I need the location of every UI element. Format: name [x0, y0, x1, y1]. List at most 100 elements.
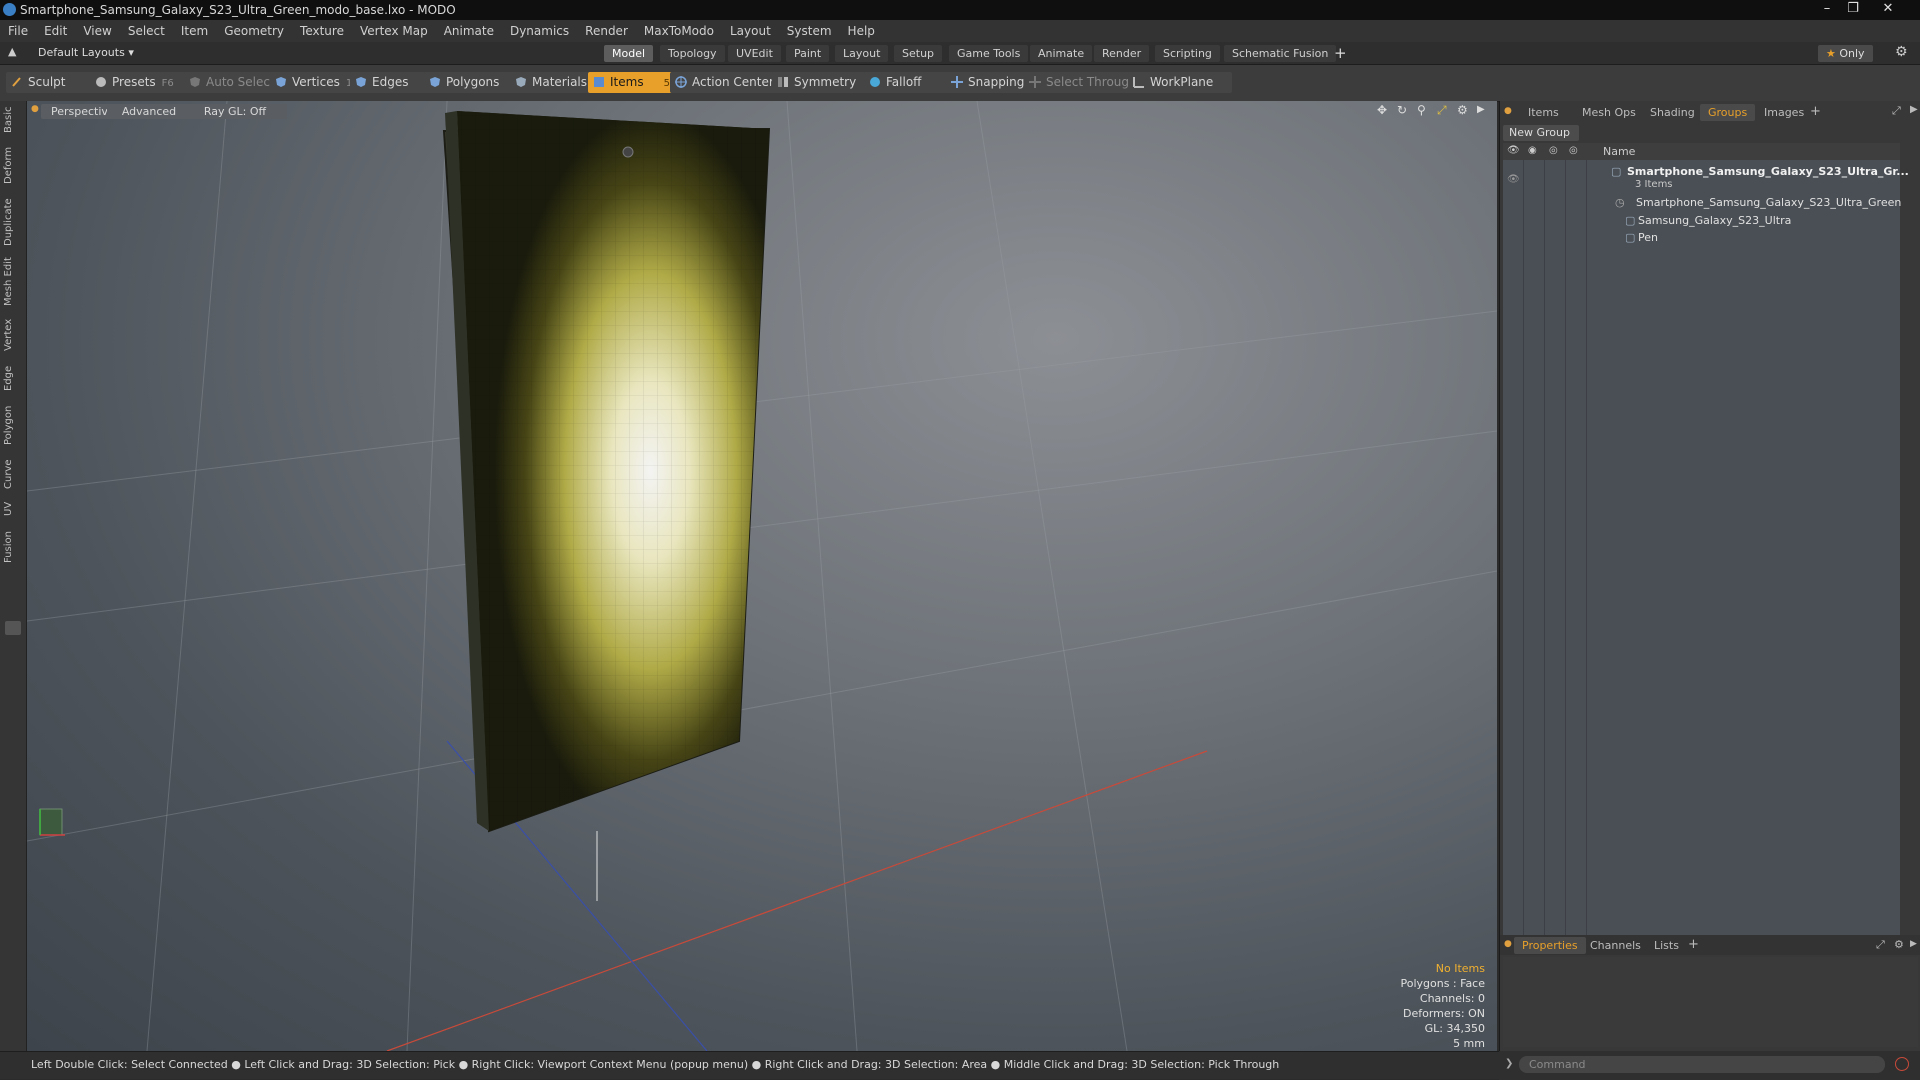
command-input[interactable]: Command	[1519, 1056, 1885, 1073]
menu-edit[interactable]: Edit	[36, 20, 75, 42]
properties-menu-icon[interactable]: ●	[1504, 939, 1512, 949]
command-record-icon[interactable]	[1895, 1057, 1909, 1071]
menu-file[interactable]: File	[0, 20, 36, 42]
panel-expand-icon[interactable]: ⤢	[1892, 104, 1901, 118]
move-view-icon[interactable]: ✥	[1377, 103, 1387, 117]
menu-help[interactable]: Help	[840, 20, 883, 42]
menu-maxtomodo[interactable]: MaxToModo	[636, 20, 722, 42]
tab-lists[interactable]: Lists	[1646, 937, 1687, 954]
menu-geometry[interactable]: Geometry	[216, 20, 292, 42]
tab-schematic-fusion[interactable]: Schematic Fusion	[1224, 45, 1337, 62]
workplane-button[interactable]: WorkPlane	[1128, 72, 1232, 93]
symmetry-button[interactable]: Symmetry	[772, 72, 876, 93]
menu-system[interactable]: System	[779, 20, 840, 42]
vtab-basic[interactable]: Basic	[3, 105, 23, 135]
menu-layout[interactable]: Layout	[722, 20, 779, 42]
menu-view[interactable]: View	[75, 20, 119, 42]
vtab-curve[interactable]: Curve	[3, 457, 23, 491]
add-properties-tab-icon[interactable]: +	[1688, 937, 1699, 952]
panel-toggle-icon[interactable]	[5, 621, 21, 635]
shield-icon	[190, 77, 200, 87]
properties-arrow-icon[interactable]: ▶	[1910, 939, 1917, 949]
close-icon[interactable]: ✕	[1868, 1, 1908, 17]
tab-scripting[interactable]: Scripting	[1155, 45, 1220, 62]
vtab-deform[interactable]: Deform	[3, 145, 23, 185]
panel-menu-icon[interactable]: ●	[1504, 106, 1512, 116]
tab-images[interactable]: Images	[1756, 104, 1812, 121]
menu-vertex-map[interactable]: Vertex Map	[352, 20, 436, 42]
viewport-settings-icon[interactable]: ⚙	[1457, 103, 1468, 117]
minimize-icon[interactable]: –	[1816, 1, 1838, 17]
action-center-button[interactable]: Action Center	[670, 72, 784, 93]
group-visibility-icon[interactable]: 👁	[1507, 171, 1520, 188]
tab-groups[interactable]: Groups	[1700, 104, 1756, 121]
tab-game-tools[interactable]: Game Tools	[949, 45, 1029, 62]
select-toggle-icon[interactable]: ◎	[1569, 145, 1578, 156]
fit-view-icon[interactable]: ⤢	[1437, 103, 1447, 118]
restore-icon[interactable]: ❐	[1842, 1, 1864, 17]
menu-animate[interactable]: Animate	[436, 20, 502, 42]
symmetry-icon	[778, 77, 788, 87]
menu-texture[interactable]: Texture	[292, 20, 352, 42]
tab-topology[interactable]: Topology	[660, 45, 725, 62]
menu-render[interactable]: Render	[577, 20, 636, 42]
presets-button[interactable]: Presets F6	[90, 72, 198, 93]
command-bar: ❯ Command	[1499, 1051, 1920, 1080]
list-item[interactable]: ◷ Smartphone_Samsung_Galaxy_S23_Ultra_Gr…	[1503, 194, 1901, 211]
add-tab-icon[interactable]: +	[1334, 44, 1347, 62]
menu-select[interactable]: Select	[120, 20, 173, 42]
menu-item[interactable]: Item	[173, 20, 216, 42]
lock-toggle-icon[interactable]: ◎	[1549, 145, 1558, 156]
list-item[interactable]: ▢ Samsung_Galaxy_S23_Ultra	[1503, 212, 1900, 229]
falloff-button[interactable]: Falloff	[864, 72, 952, 93]
vtab-polygon[interactable]: Polygon	[3, 403, 23, 447]
only-toggle[interactable]: ★ Only	[1818, 45, 1873, 62]
add-panel-tab-icon[interactable]: +	[1810, 104, 1821, 119]
right-panel: ● Items Mesh Ops Shading Groups Images +…	[1499, 101, 1920, 1051]
new-group-button[interactable]: New Group	[1503, 125, 1579, 141]
polygons-button[interactable]: Polygons	[424, 72, 520, 93]
gear-icon[interactable]: ⚙	[1895, 44, 1908, 60]
tab-paint[interactable]: Paint	[786, 45, 830, 62]
viewport-expand-icon[interactable]: ▶	[1477, 104, 1485, 115]
3d-viewport[interactable]: ● Perspective Advanced Ray GL: Off ✥ ↻ ⚲…	[27, 101, 1497, 1051]
name-column-header: Name	[1603, 145, 1636, 158]
menu-dynamics[interactable]: Dynamics	[502, 20, 577, 42]
rotate-view-icon[interactable]: ↻	[1397, 103, 1407, 117]
raygl-button[interactable]: Ray GL: Off	[183, 104, 287, 119]
vtab-vertex[interactable]: Vertex	[3, 317, 23, 353]
visibility-eye-icon[interactable]: 👁	[1507, 145, 1520, 156]
layout-up-icon[interactable]: ▲	[8, 45, 16, 58]
status-bar: Left Double Click: Select Connected ● Le…	[0, 1051, 1499, 1079]
viewport-menu-icon[interactable]: ●	[31, 104, 39, 114]
zoom-view-icon[interactable]: ⚲	[1417, 103, 1426, 117]
items-button[interactable]: Items 5	[588, 72, 672, 93]
shading-mode-button[interactable]: Advanced	[107, 104, 191, 119]
group-row[interactable]: 👁 ▢ Smartphone_Samsung_Galaxy_S23_Ultra_…	[1503, 163, 1909, 190]
tab-mesh-ops[interactable]: Mesh Ops	[1574, 104, 1644, 121]
vtab-uv[interactable]: UV	[3, 499, 23, 519]
layout-selector[interactable]: Default Layouts ▾	[38, 46, 134, 59]
tab-shading[interactable]: Shading	[1642, 104, 1703, 121]
tab-layout[interactable]: Layout	[835, 45, 889, 62]
tab-uvedit[interactable]: UVEdit	[728, 45, 781, 62]
vtab-duplicate[interactable]: Duplicate	[3, 197, 23, 247]
list-item[interactable]: ▢ Pen	[1503, 229, 1900, 246]
tab-channels[interactable]: Channels	[1582, 937, 1649, 954]
vtab-fusion[interactable]: Fusion	[3, 529, 23, 565]
panel-arrow-icon[interactable]: ▶	[1910, 104, 1918, 115]
tab-properties[interactable]: Properties	[1514, 937, 1586, 954]
selection-info: No Items	[1435, 962, 1485, 975]
tab-render[interactable]: Render	[1094, 45, 1150, 62]
tab-animate[interactable]: Animate	[1030, 45, 1093, 62]
render-toggle-icon[interactable]: ◉	[1528, 145, 1537, 156]
tab-items[interactable]: Items	[1520, 104, 1567, 121]
properties-gear-icon[interactable]: ⚙	[1894, 938, 1904, 951]
tab-model[interactable]: Model	[604, 45, 654, 62]
properties-expand-icon[interactable]: ⤢	[1876, 938, 1885, 952]
mesh-icon: ▢	[1625, 231, 1636, 244]
vtab-edge[interactable]: Edge	[3, 363, 23, 393]
view-mode-button[interactable]: Perspective	[41, 104, 117, 119]
vtab-mesh-edit[interactable]: Mesh Edit	[3, 257, 23, 307]
tab-setup[interactable]: Setup	[894, 45, 943, 62]
